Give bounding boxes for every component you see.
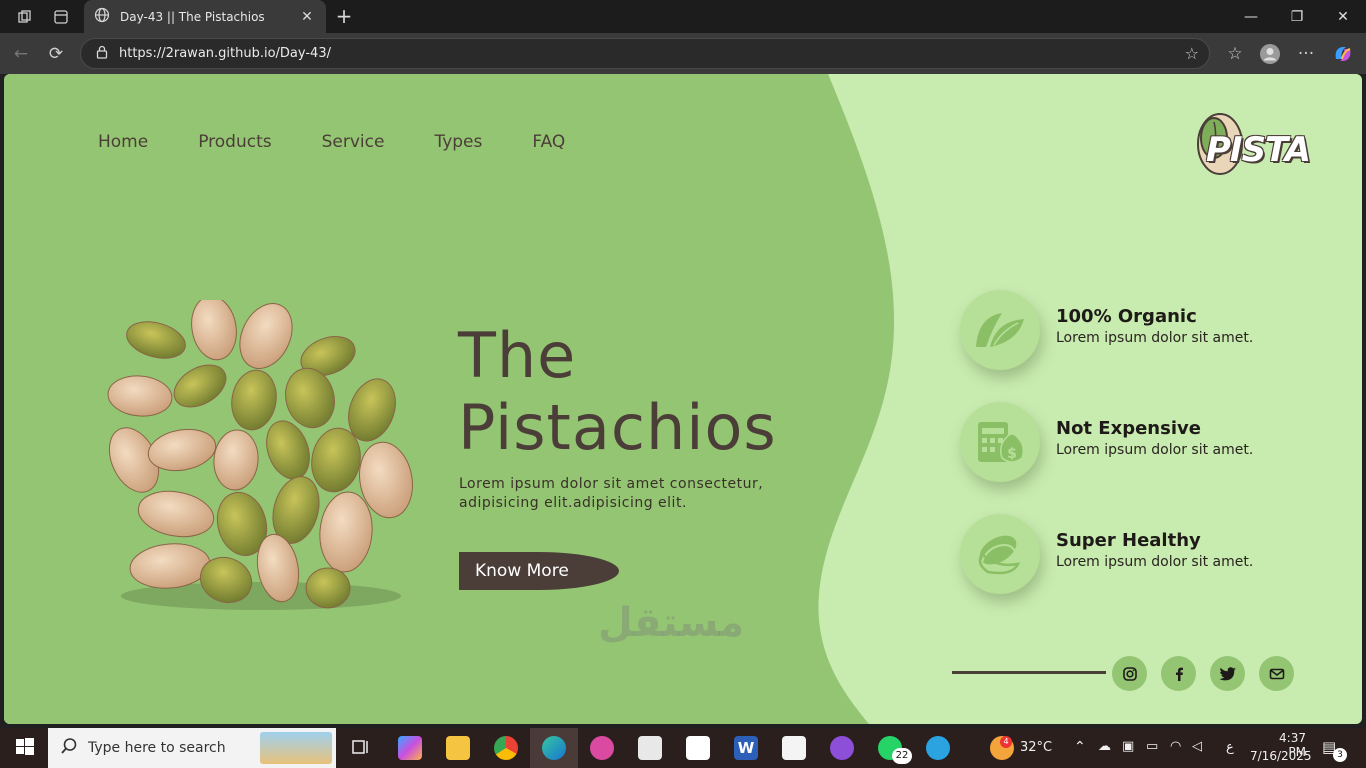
feature-healthy: Super Healthy Lorem ipsum dolor sit amet… [960, 514, 1340, 596]
windows-start-icon[interactable] [14, 736, 38, 760]
onedrive-icon[interactable]: ☁ [1098, 739, 1111, 754]
feature-desc: Lorem ipsum dolor sit amet. [1056, 554, 1254, 570]
windows-taskbar: Type here to search W 22 4 32°C ⌃ ☁ ▣ ▭ … [0, 728, 1366, 768]
mail-icon[interactable] [1259, 656, 1294, 691]
notepad-icon[interactable] [782, 736, 806, 760]
profile-avatar[interactable] [1257, 41, 1283, 67]
search-placeholder: Type here to search [88, 740, 226, 756]
instagram-icon[interactable] [1112, 656, 1147, 691]
search-icon [60, 737, 78, 759]
url-text: https://2rawan.github.io/Day-43/ [119, 46, 331, 61]
file-explorer-icon[interactable] [446, 736, 470, 760]
feature-desc: Lorem ipsum dolor sit amet. [1056, 330, 1254, 346]
chevron-up-icon[interactable]: ⌃ [1074, 739, 1086, 755]
github-icon[interactable] [830, 736, 854, 760]
logo-text: PISTA [1206, 130, 1311, 170]
watermark-text: مستقل [598, 600, 745, 646]
browser-toolbar: ← ⟳ https://2rawan.github.io/Day-43/ ☆ ☆… [0, 33, 1366, 74]
copilot-icon[interactable] [1330, 41, 1356, 67]
wifi-icon[interactable]: ◠ [1170, 739, 1181, 754]
nav-faq[interactable]: FAQ [532, 132, 565, 152]
social-divider-line [952, 671, 1106, 674]
word-icon[interactable]: W [734, 736, 758, 760]
copilot-taskbar-icon[interactable] [398, 736, 422, 760]
hero-title-line2: Pistachios [458, 391, 777, 464]
paint-icon[interactable] [590, 736, 614, 760]
main-nav: Home Products Service Types FAQ [98, 132, 615, 152]
camera-icon[interactable]: ▣ [1122, 739, 1134, 754]
whatsapp-badge: 22 [892, 748, 912, 764]
new-tab-button[interactable]: + [332, 4, 356, 28]
money-icon: $ [960, 402, 1040, 482]
language-indicator[interactable]: ع [1226, 740, 1234, 755]
refresh-icon[interactable]: ⟳ [43, 41, 69, 67]
feature-title: 100% Organic [1056, 306, 1197, 327]
battery-icon[interactable]: ▭ [1146, 739, 1158, 754]
edge-icon[interactable] [542, 736, 566, 760]
globe-icon [94, 7, 110, 27]
weather-badge: 4 [1000, 736, 1012, 748]
nav-types[interactable]: Types [434, 132, 482, 152]
facebook-icon[interactable] [1161, 656, 1196, 691]
feature-expensive: $ Not Expensive Lorem ipsum dolor sit am… [960, 402, 1340, 484]
task-view-icon[interactable] [350, 736, 374, 760]
search-highlight-image [260, 732, 332, 764]
lock-icon [95, 44, 109, 63]
tab-actions-icon[interactable] [50, 6, 72, 28]
back-icon[interactable]: ← [8, 41, 34, 67]
nut-icon [960, 514, 1040, 594]
nav-products[interactable]: Products [198, 132, 271, 152]
browser-titlebar: Day-43 || The Pistachios ✕ + — ❐ ✕ [0, 0, 1366, 33]
feature-desc: Lorem ipsum dolor sit amet. [1056, 442, 1254, 458]
nav-service[interactable]: Service [322, 132, 385, 152]
nav-home[interactable]: Home [98, 132, 148, 152]
more-menu-icon[interactable]: ··· [1293, 41, 1319, 67]
feature-title: Super Healthy [1056, 530, 1201, 551]
minimize-button[interactable]: — [1228, 0, 1274, 33]
address-bar[interactable]: https://2rawan.github.io/Day-43/ ☆ [80, 38, 1210, 69]
chrome-icon[interactable] [494, 736, 518, 760]
workspaces-icon[interactable] [14, 6, 36, 28]
notification-badge: 3 [1333, 748, 1347, 762]
hero-title: The Pistachios [458, 320, 777, 464]
microsoft-store-icon[interactable] [686, 736, 710, 760]
close-window-button[interactable]: ✕ [1320, 0, 1366, 33]
twitter-icon[interactable] [1210, 656, 1245, 691]
volume-icon[interactable]: ◁ [1192, 739, 1202, 754]
tab-close-icon[interactable]: ✕ [298, 9, 316, 25]
svg-text:$: $ [1007, 446, 1017, 462]
hero-title-line1: The [458, 319, 577, 392]
hero-description: Lorem ipsum dolor sit amet consectetur, … [459, 476, 764, 511]
tab-title: Day-43 || The Pistachios [120, 9, 265, 24]
know-more-button[interactable]: Know More [459, 552, 619, 590]
feature-title: Not Expensive [1056, 418, 1201, 439]
temperature-text[interactable]: 32°C [1020, 740, 1052, 755]
leaf-icon [960, 290, 1040, 370]
restore-button[interactable]: ❐ [1274, 0, 1320, 33]
taskbar-search-input[interactable]: Type here to search [48, 728, 336, 768]
snipping-tool-icon[interactable] [638, 736, 662, 760]
feature-organic: 100% Organic Lorem ipsum dolor sit amet. [960, 290, 1340, 372]
favorite-star-icon[interactable]: ☆ [1185, 44, 1199, 63]
pistachio-pile-image [107, 300, 413, 610]
active-tab[interactable]: Day-43 || The Pistachios ✕ [84, 0, 326, 33]
favorites-icon[interactable]: ☆ [1222, 41, 1248, 67]
clock-date[interactable]: 7/16/2025 [1250, 749, 1312, 763]
telegram-icon[interactable] [926, 736, 950, 760]
